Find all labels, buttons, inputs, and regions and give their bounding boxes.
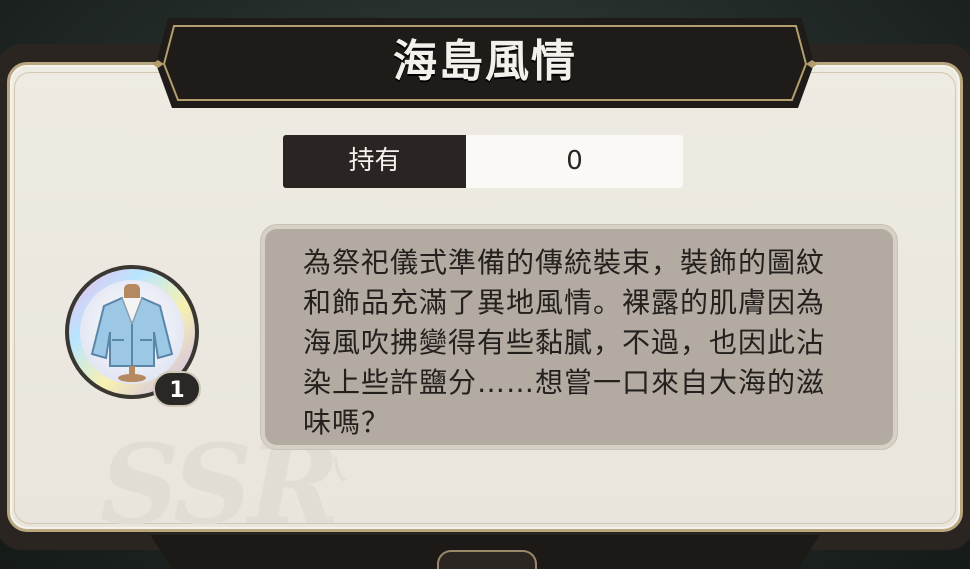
page-title: 海島風情 [393,36,577,87]
description-box: 為祭祀儀式準備的傳統裝束，裝飾的圖紋和飾品充滿了異地風情。裸露的肌膚因為海風吹拂… [261,225,897,449]
item-detail-screen: SSR 八 海島風情 持有 0 1 為祭祀儀式準備的傳統裝束，裝飾的圖紋和飾品充… [0,0,970,569]
holdings-label: 持有 [283,135,466,188]
bottom-handle[interactable] [437,550,537,569]
holdings-value: 0 [466,135,683,188]
watermark-subtext: 八 [318,453,347,486]
item-description: 為祭祀儀式準備的傳統裝束，裝飾的圖紋和飾品充滿了異地風情。裸露的肌膚因為海風吹拂… [303,246,826,439]
item-quantity-badge: 1 [153,371,201,407]
